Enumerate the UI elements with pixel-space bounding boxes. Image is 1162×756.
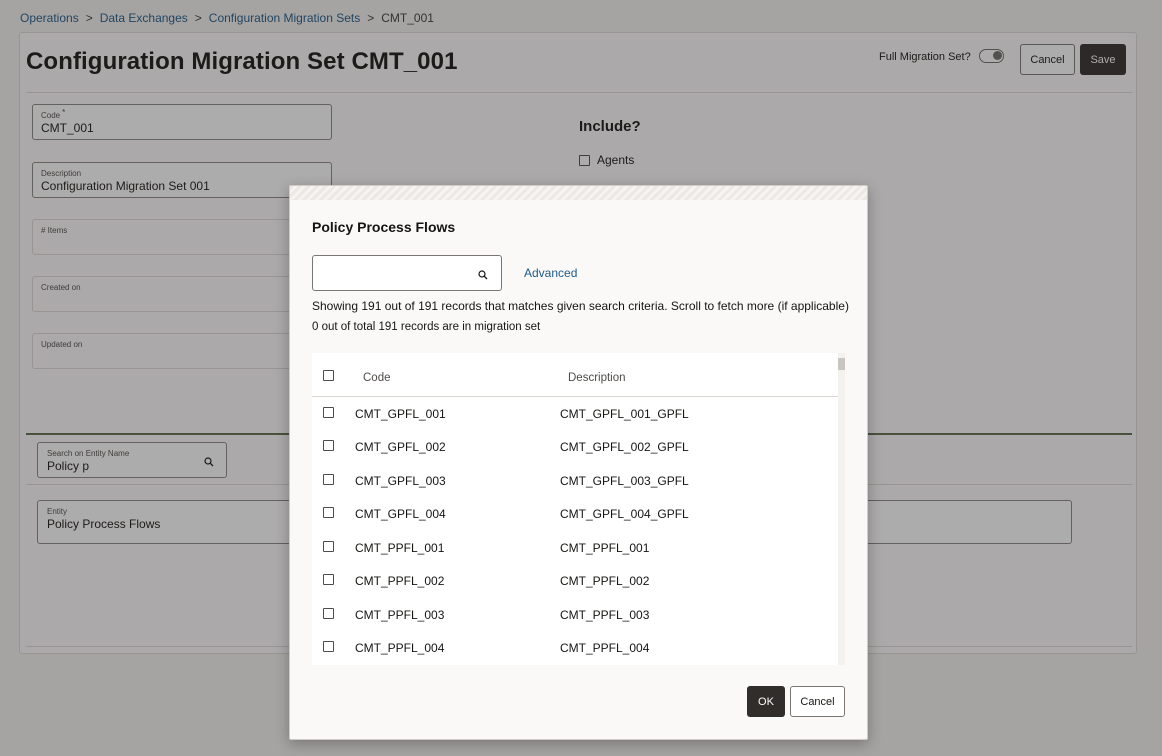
row-code: CMT_PPFL_002 [355, 574, 445, 588]
row-description: CMT_GPFL_003_GPFL [560, 474, 689, 488]
records-table: Code Description CMT_GPFL_001 CMT_GPFL_0… [312, 353, 845, 665]
row-description: CMT_PPFL_002 [560, 574, 650, 588]
table-scrollbar[interactable] [838, 353, 845, 665]
table-row[interactable]: CMT_PPFL_001 CMT_PPFL_001 [312, 531, 838, 564]
search-results-info: Showing 191 out of 191 records that matc… [312, 299, 849, 313]
row-description: CMT_PPFL_003 [560, 608, 650, 622]
table-row[interactable]: CMT_PPFL_003 CMT_PPFL_003 [312, 598, 838, 631]
table-row[interactable]: CMT_PPFL_002 CMT_PPFL_002 [312, 564, 838, 597]
policy-process-flows-dialog: Policy Process Flows Advanced Showing 19… [289, 185, 868, 740]
scrollbar-thumb[interactable] [838, 358, 845, 370]
row-checkbox[interactable] [323, 507, 334, 518]
row-code: CMT_PPFL_004 [355, 641, 445, 655]
row-checkbox[interactable] [323, 407, 334, 418]
row-checkbox[interactable] [323, 541, 334, 552]
row-code: CMT_GPFL_002 [355, 440, 446, 454]
row-checkbox[interactable] [323, 440, 334, 451]
ok-button[interactable]: OK [747, 686, 785, 717]
advanced-search-link[interactable]: Advanced [524, 266, 577, 280]
table-row[interactable]: CMT_GPFL_004 CMT_GPFL_004_GPFL [312, 497, 838, 530]
table-row[interactable]: CMT_GPFL_003 CMT_GPFL_003_GPFL [312, 464, 838, 497]
row-description: CMT_GPFL_002_GPFL [560, 440, 689, 454]
dialog-title: Policy Process Flows [312, 219, 456, 235]
row-code: CMT_GPFL_001 [355, 407, 446, 421]
search-icon[interactable] [478, 267, 488, 285]
row-checkbox[interactable] [323, 574, 334, 585]
dialog-search-input[interactable] [321, 264, 471, 282]
table-row[interactable]: CMT_GPFL_002 CMT_GPFL_002_GPFL [312, 430, 838, 463]
row-code: CMT_PPFL_003 [355, 608, 445, 622]
column-header-description[interactable]: Description [568, 372, 626, 384]
migration-set-count-info: 0 out of total 191 records are in migrat… [312, 321, 541, 333]
table-header: Code Description [312, 353, 838, 397]
dialog-search-box [312, 255, 502, 291]
row-description: CMT_GPFL_001_GPFL [560, 407, 689, 421]
dialog-cancel-button[interactable]: Cancel [790, 686, 845, 717]
dialog-drag-handle[interactable] [290, 186, 867, 200]
row-code: CMT_GPFL_004 [355, 507, 446, 521]
table-row[interactable]: CMT_PPFL_004 CMT_PPFL_004 [312, 631, 838, 664]
column-header-code[interactable]: Code [363, 372, 391, 384]
table-row[interactable]: CMT_GPFL_001 CMT_GPFL_001_GPFL [312, 397, 838, 430]
row-code: CMT_GPFL_003 [355, 474, 446, 488]
row-checkbox[interactable] [323, 641, 334, 652]
select-all-checkbox[interactable] [323, 370, 334, 381]
row-checkbox[interactable] [323, 474, 334, 485]
row-description: CMT_GPFL_004_GPFL [560, 507, 689, 521]
row-code: CMT_PPFL_001 [355, 541, 445, 555]
row-checkbox[interactable] [323, 608, 334, 619]
row-description: CMT_PPFL_001 [560, 541, 650, 555]
row-description: CMT_PPFL_004 [560, 641, 650, 655]
